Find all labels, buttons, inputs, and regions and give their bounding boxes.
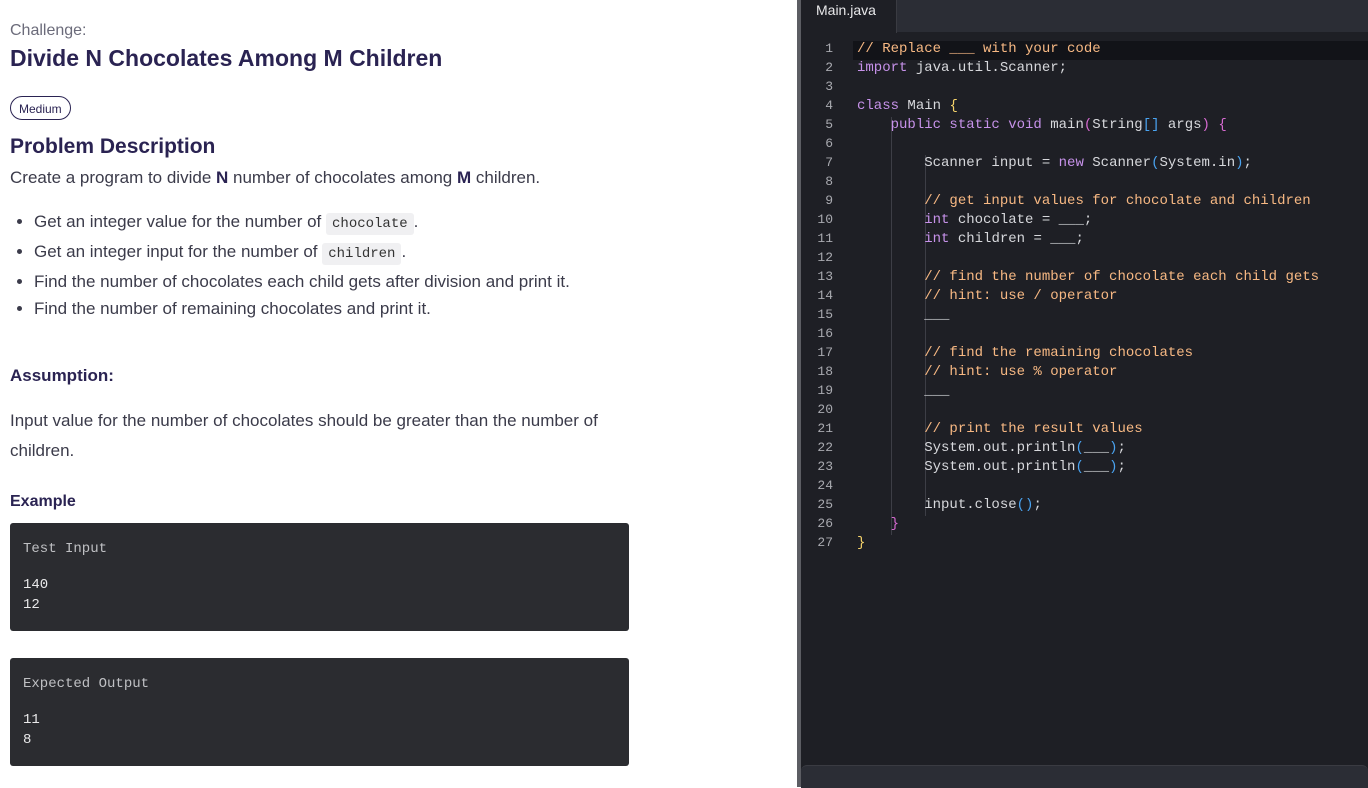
code-line: // hint: use % operator [924, 364, 1118, 380]
line-number: 21 [817, 421, 833, 436]
list-item: Find the number of chocolates each child… [34, 268, 646, 295]
expected-output-label: Expected Output [23, 676, 150, 692]
problem-description-heading: Problem Description [10, 135, 216, 158]
line-number: 25 [817, 497, 833, 512]
line-number: 16 [817, 326, 833, 341]
bullet-text: Get an integer value for the number of [34, 212, 327, 231]
inline-code: chocolate [326, 213, 414, 235]
intro-text: children. [471, 168, 541, 187]
line-number: 11 [817, 231, 833, 246]
code-line: // hint: use / operator [924, 288, 1118, 304]
intro-m: M [456, 168, 472, 187]
line-number: 24 [817, 478, 833, 493]
code-line: } [857, 535, 866, 551]
line-number: 7 [825, 155, 833, 170]
line-number: 6 [825, 136, 833, 151]
line-number: 2 [825, 60, 833, 75]
page-title: Divide N Chocolates Among M Children [10, 45, 443, 71]
problem-panel: Challenge: Divide N Chocolates Among M C… [0, 0, 797, 787]
line-number: 18 [817, 364, 833, 379]
code-line: ___ [857, 307, 950, 323]
test-input-line: 12 [23, 597, 40, 613]
expected-output-line: 8 [23, 732, 32, 748]
bullet-text: . [401, 242, 407, 261]
code-line: public static void main(String[] args) { [890, 117, 1227, 133]
list-item: Find the number of remaining chocolates … [34, 295, 646, 322]
intro-text: Create a program to divide [10, 168, 216, 187]
line-number: 3 [825, 79, 833, 94]
code-line: System.out.println(___); [857, 459, 1126, 475]
line-number: 23 [817, 459, 833, 474]
difficulty-badge: Medium [10, 96, 71, 120]
code-line: class Main { [857, 98, 958, 114]
intro-text: number of chocolates among [228, 168, 457, 187]
code-line: import java.util.Scanner; [857, 60, 1068, 76]
line-number: 26 [817, 516, 833, 531]
line-number: 10 [817, 212, 833, 227]
code-line: input.close(); [857, 497, 1042, 513]
line-number: 22 [817, 440, 833, 455]
code-line: // find the remaining chocolates [924, 345, 1194, 361]
code-line: ___ [857, 383, 950, 399]
line-number: 13 [817, 269, 833, 284]
intro-n: N [216, 168, 229, 187]
output-panel-header[interactable] [801, 765, 1368, 788]
line-number: 5 [825, 117, 833, 132]
challenge-label: Challenge: [10, 22, 87, 39]
code-line: // get input values for chocolate and ch… [924, 193, 1311, 209]
expected-output-box: Expected Output 11 8 [10, 658, 629, 766]
line-number: 27 [817, 535, 833, 550]
requirements-list: Get an integer value for the number of c… [10, 208, 646, 322]
line-number: 8 [825, 174, 833, 189]
test-input-line: 140 [23, 577, 49, 593]
bullet-text: Get an integer input for the number of [34, 242, 323, 261]
bullet-text: . [413, 212, 419, 231]
line-number: 4 [825, 98, 833, 113]
code-line: int chocolate = ___; [924, 212, 1093, 228]
editor-tab-bar: Main.java [801, 0, 1368, 33]
line-number: 9 [825, 193, 833, 208]
tab-main-java[interactable]: Main.java [801, 0, 897, 33]
line-number: 12 [817, 250, 833, 265]
inline-code: children [322, 243, 402, 265]
example-heading: Example [10, 493, 76, 510]
assumption-heading: Assumption: [10, 366, 114, 385]
code-line: // Replace ___ with your code [857, 41, 1101, 57]
line-number: 15 [817, 307, 833, 322]
code-line: } [890, 516, 900, 532]
line-number: 20 [817, 402, 833, 417]
code-editor[interactable]: Main.java 1 2 3 4 5 6 7 8 9 10 11 12 13 14 15 16 17 18 19 2… [801, 0, 1368, 788]
assumption-text: Input value for the number of chocolates… [10, 411, 598, 460]
code-line: int children = ___; [924, 231, 1084, 247]
problem-intro: Create a program to divide N number of c… [10, 168, 540, 188]
code-line: System.out.println(___); [857, 440, 1126, 456]
list-item: Get an integer value for the number of c… [34, 208, 646, 238]
line-number: 19 [817, 383, 833, 398]
line-number: 17 [817, 345, 833, 360]
test-input-label: Test Input [23, 541, 108, 557]
code-line: // print the result values [924, 421, 1143, 437]
list-item: Get an integer input for the number of c… [34, 238, 646, 268]
expected-output-line: 11 [23, 712, 40, 728]
code-line: // find the number of chocolate each chi… [924, 269, 1320, 285]
line-number: 14 [817, 288, 833, 303]
code-line: Scanner input = new Scanner(System.in); [857, 155, 1252, 171]
line-number: 1 [825, 41, 833, 56]
test-input-box: Test Input 140 12 [10, 523, 629, 631]
